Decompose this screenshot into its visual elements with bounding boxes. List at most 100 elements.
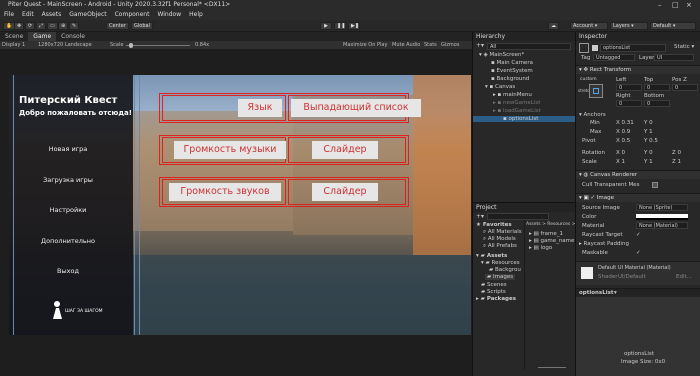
layer-dropdown[interactable]: UI — [654, 54, 694, 61]
folder-item[interactable]: ▰ Scripts — [481, 289, 506, 295]
scale-y-field[interactable]: Y 1 — [644, 159, 653, 165]
custom-tool-icon[interactable]: ✎ — [69, 22, 80, 30]
left-field[interactable]: 0 — [616, 84, 642, 91]
menu-assets[interactable]: Assets — [42, 10, 62, 20]
folder-item[interactable]: ▰ Backgrou — [489, 267, 521, 273]
asset-file[interactable]: ▸ ▤ logo — [529, 245, 552, 251]
hierarchy-item[interactable]: ▾ ▪ Canvas — [485, 84, 515, 90]
hierarchy-search-input[interactable]: All — [487, 43, 571, 50]
hierarchy-item[interactable]: ▸ ▪ loadGameList — [493, 108, 541, 114]
transform-tool-icon[interactable]: ⊕ — [58, 22, 69, 30]
max-y-field[interactable]: Y 1 — [644, 129, 653, 135]
add-icon[interactable]: +▾ — [476, 213, 484, 220]
language-dropdown[interactable]: Выпадающий список — [291, 99, 421, 117]
favorite-item[interactable]: ⌕ All Prefabs — [483, 243, 517, 250]
assets-folder[interactable]: ▾ ▰ Assets — [476, 253, 507, 259]
favorite-item[interactable]: ⌕ All Models — [483, 236, 516, 243]
source-image-field[interactable]: None (Sprite) — [636, 204, 688, 211]
pivot-center-toggle[interactable]: Center — [106, 22, 129, 30]
pause-button[interactable]: ❚❚ — [334, 22, 346, 30]
shader-edit-button[interactable]: Edit... — [676, 274, 692, 280]
menu-window[interactable]: Window — [157, 10, 181, 20]
extras-button[interactable]: Дополнительно — [9, 237, 130, 245]
anchors-foldout[interactable]: ▾ Anchors — [579, 112, 606, 118]
pivot-y-field[interactable]: Y 0.5 — [644, 138, 658, 144]
hierarchy-item[interactable]: ▪ Background — [491, 76, 529, 82]
rotate-tool-icon[interactable]: ⟳ — [25, 22, 36, 30]
music-volume-slider[interactable]: Слайдер — [312, 141, 378, 159]
posz-field[interactable]: 0 — [672, 84, 698, 91]
folder-item-selected[interactable]: ▰ Images — [485, 274, 518, 280]
rot-x-field[interactable]: X 0 — [616, 150, 625, 156]
anchor-preset-icon[interactable] — [589, 84, 603, 98]
pivot-x-field[interactable]: X 0.5 — [616, 138, 630, 144]
icon-size-slider[interactable] — [538, 367, 566, 368]
right-field[interactable]: 0 — [616, 100, 642, 107]
account-dropdown[interactable]: Account ▾ — [570, 22, 608, 30]
resolution-dropdown[interactable]: 1280x720 Landscape — [38, 41, 92, 49]
scale-slider-handle[interactable] — [129, 42, 133, 48]
preview-dropdown-icon[interactable]: ▾ — [614, 290, 617, 296]
hierarchy-item[interactable]: ▪ Main Camera — [491, 60, 533, 66]
bottom-field[interactable]: 0 — [644, 100, 670, 107]
min-y-field[interactable]: Y 0 — [644, 120, 653, 126]
maximize-icon[interactable]: □ — [672, 0, 679, 10]
min-x-field[interactable]: X 0.31 — [616, 120, 634, 126]
add-icon[interactable]: +▾ — [476, 42, 484, 49]
gizmos-toggle[interactable]: Gizmos — [441, 41, 459, 49]
hierarchy-item-selected[interactable]: ▪ optionsList — [473, 116, 576, 122]
collab-icon[interactable]: ☁ — [548, 22, 559, 30]
hierarchy-item[interactable]: ▪ EventSystem — [491, 68, 533, 74]
minimize-icon[interactable]: – — [658, 0, 662, 10]
raycast-padding-foldout[interactable]: ▸ Raycast Padding — [579, 241, 629, 247]
mute-audio-toggle[interactable]: Mute Audio — [392, 41, 420, 49]
load-game-button[interactable]: Загрузка игры — [9, 176, 130, 184]
sound-volume-slider[interactable]: Слайдер — [312, 183, 378, 201]
menu-gameobject[interactable]: GameObject — [69, 10, 106, 20]
move-tool-icon[interactable]: ✥ — [14, 22, 25, 30]
layout-dropdown[interactable]: Default ▾ — [650, 22, 696, 30]
hierarchy-item[interactable]: ▸ ▪ newGameList — [493, 100, 540, 106]
step-button[interactable]: ▶❚ — [348, 22, 360, 30]
rot-y-field[interactable]: Y 0 — [644, 150, 653, 156]
close-icon[interactable]: × — [686, 0, 692, 10]
scale-x-field[interactable]: X 1 — [616, 159, 625, 165]
game-view[interactable]: Питерский Квест Добро пожаловать отсюда!… — [0, 49, 472, 376]
menu-component[interactable]: Component — [115, 10, 150, 20]
settings-button[interactable]: Настройки — [9, 206, 130, 214]
tab-game[interactable]: Game — [28, 32, 57, 41]
raycast-target-checkbox[interactable]: ✓ — [636, 232, 641, 238]
menu-edit[interactable]: Edit — [22, 10, 34, 20]
global-toggle[interactable]: Global — [131, 22, 153, 30]
canvas-renderer-header[interactable]: ▾ ◍ Canvas Renderer — [576, 170, 700, 179]
shader-dropdown[interactable]: UI/Default — [618, 274, 646, 280]
display-dropdown[interactable]: Display 1 — [2, 41, 25, 49]
play-button[interactable]: ▶ — [320, 22, 332, 30]
new-game-button[interactable]: Новая игра — [9, 145, 130, 153]
rot-z-field[interactable]: Z 0 — [672, 150, 681, 156]
packages-folder[interactable]: ▸ ▰ Packages — [476, 296, 516, 302]
rect-tool-icon[interactable]: ▭ — [47, 22, 58, 30]
project-search-input[interactable] — [487, 213, 549, 220]
hierarchy-item-scene[interactable]: ▾ ◈ MainScreen* — [479, 52, 575, 58]
top-field[interactable]: 0 — [644, 84, 670, 91]
folder-item[interactable]: ▰ Scenes — [481, 282, 507, 288]
exit-button[interactable]: Выход — [9, 267, 130, 275]
scale-slider-track[interactable] — [126, 44, 190, 46]
layers-dropdown[interactable]: Layers ▾ — [610, 22, 648, 30]
hierarchy-item[interactable]: ▸ ▪ mainMenu — [493, 92, 532, 98]
scale-tool-icon[interactable]: ⤢ — [36, 22, 47, 30]
folder-item[interactable]: ▾ ▰ Resources — [481, 260, 520, 266]
cull-checkbox[interactable] — [652, 182, 658, 188]
maximize-on-play-toggle[interactable]: Maximize On Play — [343, 41, 387, 49]
image-component-header[interactable]: ▾ ▣ ✓ Image — [576, 193, 700, 202]
asset-file[interactable]: ▸ ▤ frame_1 — [529, 231, 563, 237]
menu-file[interactable]: File — [4, 10, 14, 20]
object-name-field[interactable]: optionsList — [600, 44, 666, 52]
scale-z-field[interactable]: Z 1 — [672, 159, 681, 165]
rect-transform-header[interactable]: ▾ ✥ Rect Transform — [576, 65, 700, 74]
asset-file[interactable]: ▸ ▤ game_name — [529, 238, 574, 244]
static-toggle[interactable]: Static ▾ — [674, 44, 694, 50]
tab-scene[interactable]: Scene — [0, 32, 28, 41]
active-checkbox[interactable] — [592, 45, 598, 51]
